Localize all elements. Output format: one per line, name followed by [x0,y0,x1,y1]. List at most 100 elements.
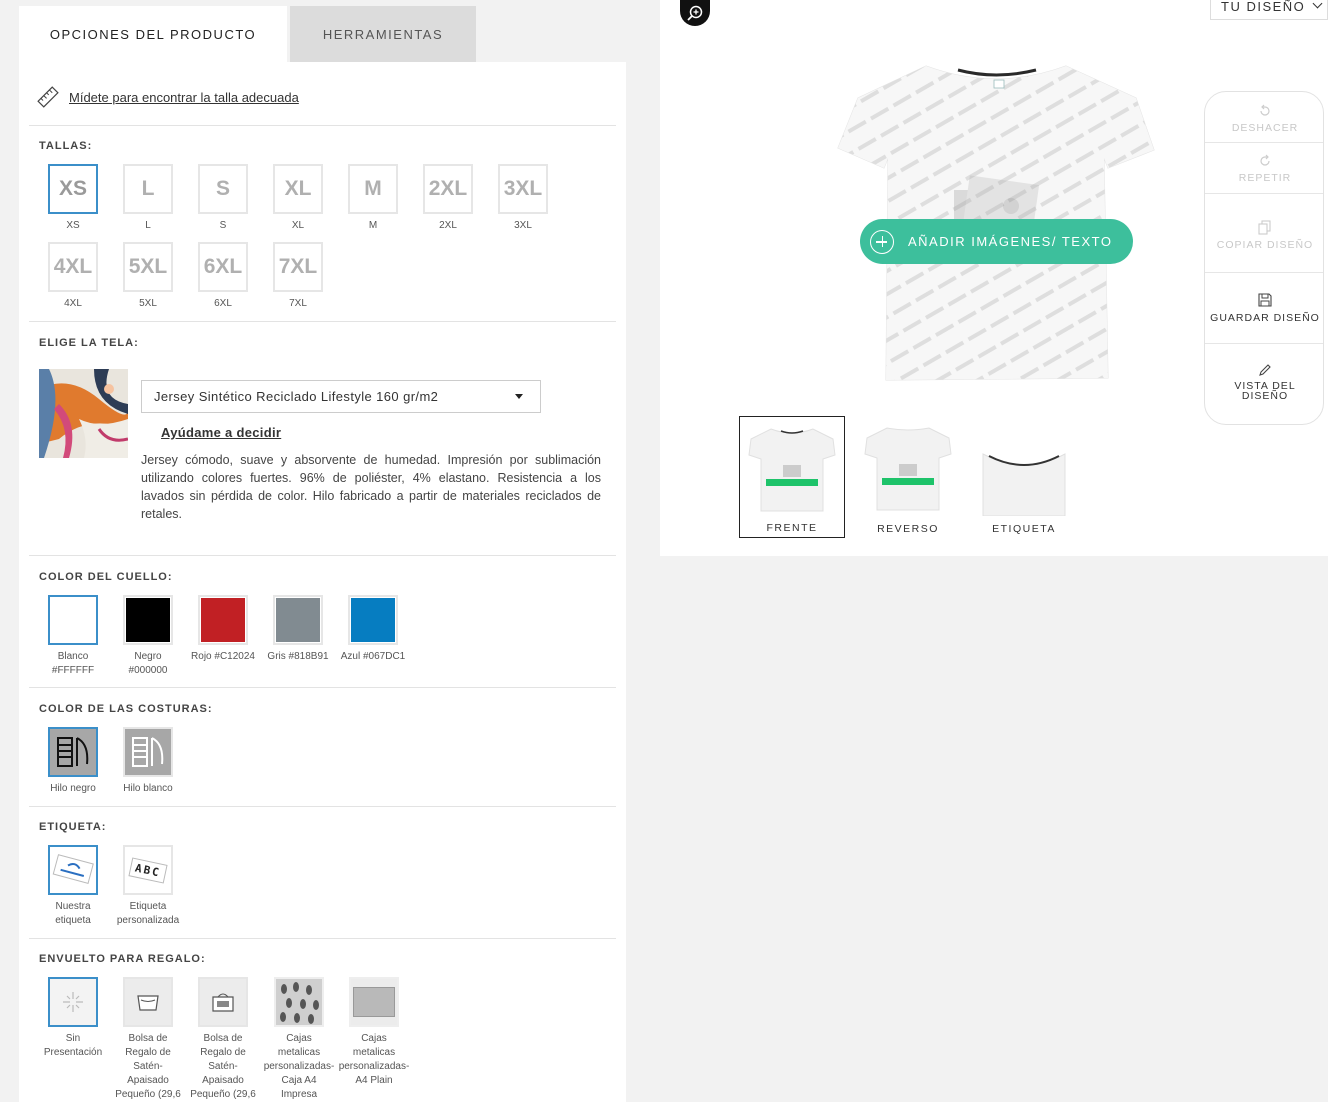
size-option-4xl[interactable]: 4XL 4XL [41,242,105,311]
gift-bag-icon [137,995,159,1011]
copy-design-label: COPIAR DISEÑO [1216,239,1314,251]
collar-color-black[interactable]: Negro #000000 [116,595,180,678]
sizes-title: TALLAS: [39,140,93,152]
collar-color-caption: Blanco #FFFFFF [51,651,95,676]
fabric-description: Jersey cómodo, suave y absorvente de hum… [141,453,601,521]
size-letter: 5XL [128,255,168,278]
size-option-s[interactable]: S S [191,164,255,233]
undo-label: DESHACER [1231,122,1299,134]
caret-down-icon [515,394,523,399]
collar-color-caption: Gris #818B91 [267,651,329,662]
swatch-box [198,595,248,645]
seam-option-white[interactable]: Hilo blanco [116,727,180,796]
size-option-5xl[interactable]: 5XL 5XL [116,242,180,311]
size-option-3xl[interactable]: 3XL 3XL [491,164,555,233]
size-option-m[interactable]: M M [341,164,405,233]
gift-option-metal-box-plain[interactable]: Cajas metalicas personalizadas- A4 Plain [336,977,412,1088]
design-tools: DESHACER REPETIR COPIAR DISEÑO GUARDAR D… [1204,91,1324,425]
size-caption: M [368,220,378,231]
gift-title: ENVUELTO PARA REGALO: [39,953,206,965]
gift-option-satin-bag-2[interactable]: Bolsa de Regalo de Satén- Apaisado Pequeño (… [186,977,260,1102]
help-me-decide-link[interactable]: Ayúdame a decidir [161,425,281,440]
redo-button[interactable]: REPETIR [1205,154,1323,184]
save-design-button[interactable]: GUARDAR DISEÑO [1205,292,1323,324]
swatch-box [348,595,398,645]
gift-caption: Sin Presentación [43,1033,103,1058]
gift-caption: Cajas metalicas personalizadas- Caja A4 Impr… [263,1033,335,1100]
add-images-text-button[interactable]: AÑADIR IMÁGENES/ TEXTO [860,219,1133,264]
thread-spool-icon [132,737,164,767]
size-box: 2XL [423,164,473,214]
view-thumb-back[interactable]: REVERSO [855,416,961,538]
undo-button[interactable]: DESHACER [1205,104,1323,134]
size-caption: 2XL [439,220,457,231]
chevron-down-icon [1312,0,1323,9]
collar-color-caption: Negro #000000 [128,651,168,676]
view-thumb-front[interactable]: FRENTE [739,416,845,538]
preview-label-line2: DISEÑO [1241,390,1289,402]
copy-design-button[interactable]: COPIAR DISEÑO [1205,219,1323,251]
label-option-custom[interactable]: ABC Etiqueta personalizada [110,845,186,928]
seam-caption: Hilo negro [50,783,96,794]
swatch-box [48,595,98,645]
size-box: S [198,164,248,214]
add-button-label: AÑADIR IMÁGENES/ TEXTO [908,234,1113,249]
collar-color-red[interactable]: Rojo #C12024 [185,595,261,664]
gift-caption: Cajas metalicas personalizadas- A4 Plain [338,1033,410,1086]
gift-option-metal-box-printed[interactable]: Cajas metalicas personalizadas- Caja A4 Impr… [261,977,337,1102]
undo-icon [1260,104,1270,116]
collar-color-white[interactable]: Blanco #FFFFFF [41,595,105,678]
sparkle-icon [63,992,83,1012]
size-option-6xl[interactable]: 6XL 6XL [191,242,255,311]
redo-label: REPETIR [1238,172,1292,184]
size-letter: 2XL [428,177,468,200]
view-thumb-label[interactable]: ETIQUETA [971,416,1077,538]
tshirt-front-thumbnail [748,428,836,512]
size-guide-link[interactable]: Mídete para encontrar la talla adecuada [69,90,299,105]
plain-box-icon [353,987,395,1017]
custom-label-preview: ABC [128,856,168,884]
tab-product-options[interactable]: OPCIONES DEL PRODUCTO [19,6,287,62]
size-option-l[interactable]: L L [116,164,180,233]
gift-caption: Bolsa de Regalo de Satén- Apaisado Pequeño (… [115,1033,181,1100]
fabric-title: ELIGE LA TELA: [39,337,139,349]
pencil-icon [1259,364,1271,376]
collar-color-grey[interactable]: Gris #818B91 [260,595,336,664]
tshirt-back-thumbnail [864,427,952,511]
collar-color-blue[interactable]: Azul #067DC1 [335,595,411,664]
size-box: 6XL [198,242,248,292]
save-icon [1258,293,1272,307]
swatch-box [349,977,399,1027]
size-option-2xl[interactable]: 2XL 2XL [416,164,480,233]
size-caption: 6XL [214,298,232,309]
swatch-box [48,977,98,1027]
swatch-box [274,977,324,1027]
fabric-select[interactable]: Jersey Sintético Reciclado Lifestyle 160… [141,380,541,413]
collar-color-title: COLOR DEL CUELLO: [39,571,173,583]
size-caption: XL [291,220,305,231]
collar-color-caption: Rojo #C12024 [191,651,255,662]
tab-tools[interactable]: HERRAMIENTAS [290,6,476,62]
size-option-xl[interactable]: XL XL [266,164,330,233]
seam-option-black[interactable]: Hilo negro [41,727,105,796]
label-option-ours[interactable]: Nuestra etiqueta [41,845,105,928]
size-caption: 7XL [289,298,307,309]
design-dropdown[interactable]: TU DISEÑO [1210,0,1328,20]
design-preview-button[interactable]: VISTA DEL DISEÑO [1205,363,1323,402]
size-caption: L [145,220,151,231]
size-letter: 4XL [53,255,93,278]
gift-option-satin-bag-1[interactable]: Bolsa de Regalo de Satén- Apaisado Pequeño (… [111,977,185,1102]
size-option-xs[interactable]: XS XS [41,164,105,233]
gift-option-none[interactable]: Sin Presentación [36,977,110,1060]
swatch-box: ABC [123,845,173,895]
size-box: 4XL [48,242,98,292]
size-letter: XS [58,177,87,200]
swatch-box [48,727,98,777]
size-option-7xl[interactable]: 7XL 7XL [266,242,330,311]
size-letter: L [141,177,155,200]
size-letter: 7XL [278,255,318,278]
color-swatch [276,598,320,642]
size-box: 3XL [498,164,548,214]
color-swatch [51,598,95,642]
seam-color-title: COLOR DE LAS COSTURAS: [39,703,213,715]
